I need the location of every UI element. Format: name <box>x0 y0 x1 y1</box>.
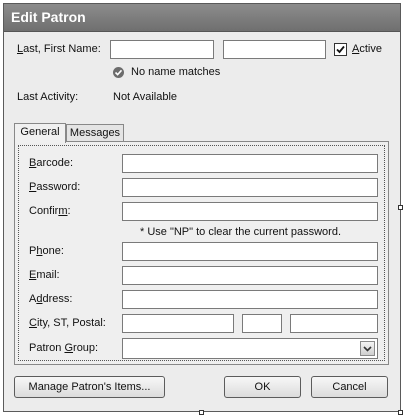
email-label: Email: <box>29 269 60 281</box>
last-activity-value: Not Available <box>113 91 178 103</box>
name-match-status: No name matches <box>131 66 221 78</box>
phone-label: Phone: <box>29 245 64 257</box>
tab-general[interactable]: General <box>14 123 66 143</box>
password-field[interactable] <box>122 178 378 197</box>
manage-patron-items-button[interactable]: Manage Patron's Items... <box>14 376 165 398</box>
window-title: Edit Patron <box>11 9 86 25</box>
resize-handle-corner[interactable] <box>398 410 403 415</box>
last-name-field[interactable] <box>110 40 214 59</box>
general-tab-panel: Barcode: Password: Confirm: * Use "NP" t… <box>14 141 389 365</box>
tab-messages[interactable]: Messages <box>66 124 124 142</box>
dropdown-button[interactable] <box>360 341 375 356</box>
active-checkbox[interactable] <box>334 43 347 56</box>
first-name-field[interactable] <box>223 40 326 59</box>
password-label: Password: <box>29 181 81 193</box>
title-bar[interactable]: Edit Patron <box>4 4 400 32</box>
cancel-button[interactable]: Cancel <box>311 376 388 398</box>
name-label: Last, First Name: <box>17 43 101 55</box>
last-activity-label: Last Activity: <box>17 91 79 103</box>
address-field[interactable] <box>122 290 378 309</box>
city-field[interactable] <box>122 314 234 333</box>
password-note: * Use "NP" to clear the current password… <box>140 226 342 238</box>
resize-handle-right[interactable] <box>398 205 403 210</box>
patron-group-select[interactable] <box>122 338 378 359</box>
postal-field[interactable] <box>290 314 378 333</box>
confirm-label: Confirm: <box>29 205 71 217</box>
barcode-label: Barcode: <box>29 157 74 169</box>
confirm-password-field[interactable] <box>122 202 378 221</box>
active-label: Active <box>352 43 382 55</box>
state-field[interactable] <box>242 314 282 333</box>
barcode-field[interactable] <box>122 154 378 173</box>
patron-group-label: Patron Group: <box>29 342 99 354</box>
address-label: Address: <box>29 293 73 305</box>
check-icon <box>336 45 345 54</box>
edit-patron-dialog: Edit Patron Last, First Name: Active No … <box>3 3 401 412</box>
resize-handle-bottom[interactable] <box>199 410 204 415</box>
phone-field[interactable] <box>122 242 378 261</box>
email-field[interactable] <box>122 266 378 285</box>
name-label-rest: ast, First Name: <box>23 43 101 55</box>
chevron-down-icon <box>363 346 372 352</box>
circle-check-icon <box>113 67 124 78</box>
city-label: City, ST, Postal: <box>29 317 106 329</box>
ok-button[interactable]: OK <box>224 376 301 398</box>
